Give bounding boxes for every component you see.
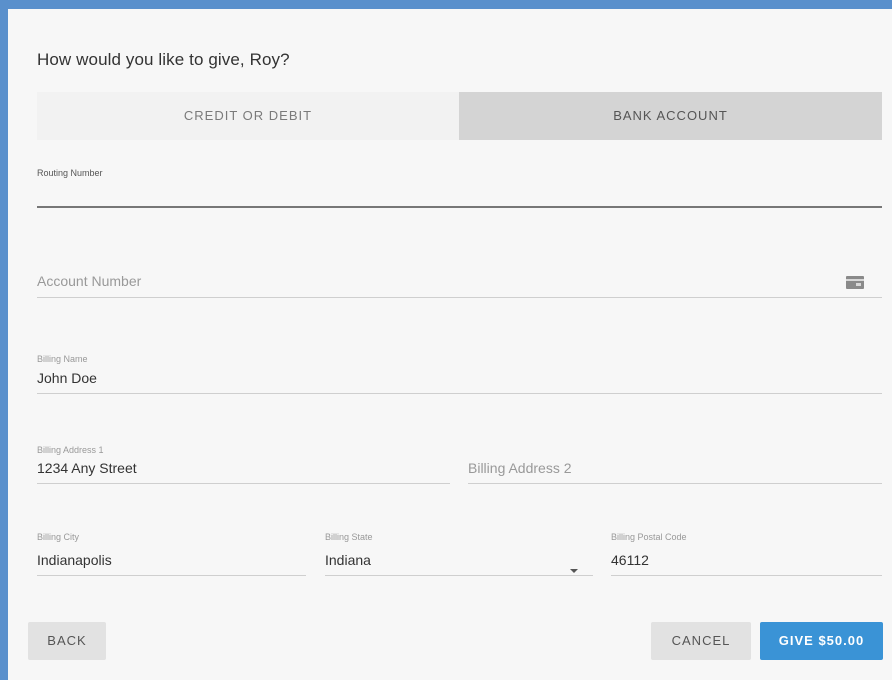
account-number-input[interactable]	[37, 267, 837, 297]
card-icon	[846, 276, 864, 289]
chevron-down-icon[interactable]	[570, 569, 578, 573]
give-button[interactable]: GIVE $50.00	[760, 622, 883, 660]
billing-state-label: Billing State	[325, 532, 373, 542]
tab-credit-or-debit[interactable]: CREDIT OR DEBIT	[37, 92, 460, 140]
billing-city-underline	[37, 575, 306, 576]
billing-address-1-label: Billing Address 1	[37, 445, 104, 455]
billing-address-2-underline	[468, 483, 882, 484]
billing-city-label: Billing City	[37, 532, 80, 542]
billing-address-1-underline	[37, 483, 450, 484]
routing-number-underline	[37, 206, 882, 208]
payment-method-tabs: CREDIT OR DEBIT BANK ACCOUNT	[37, 92, 882, 140]
routing-number-input[interactable]	[37, 181, 882, 209]
account-number-underline	[37, 297, 882, 298]
billing-postal-code-input[interactable]: 46112	[611, 552, 649, 568]
billing-name-label: Billing Name	[37, 354, 88, 364]
give-dialog: How would you like to give, Roy? CREDIT …	[8, 9, 892, 680]
cancel-button[interactable]: CANCEL	[651, 622, 751, 660]
billing-address-1-input[interactable]: 1234 Any Street	[37, 460, 137, 476]
billing-name-underline	[37, 393, 882, 394]
billing-postal-code-underline	[611, 575, 882, 576]
dialog-title: How would you like to give, Roy?	[37, 50, 290, 69]
billing-postal-code-label: Billing Postal Code	[611, 532, 687, 542]
billing-state-underline	[325, 575, 593, 576]
billing-city-input[interactable]: Indianapolis	[37, 552, 112, 568]
billing-state-select[interactable]: Indiana	[325, 552, 371, 568]
billing-address-2-input[interactable]	[468, 455, 882, 483]
routing-number-label: Routing Number	[37, 168, 103, 178]
tab-bank-account[interactable]: BANK ACCOUNT	[459, 92, 882, 140]
back-button[interactable]: BACK	[28, 622, 106, 660]
billing-name-input[interactable]: John Doe	[37, 370, 97, 386]
